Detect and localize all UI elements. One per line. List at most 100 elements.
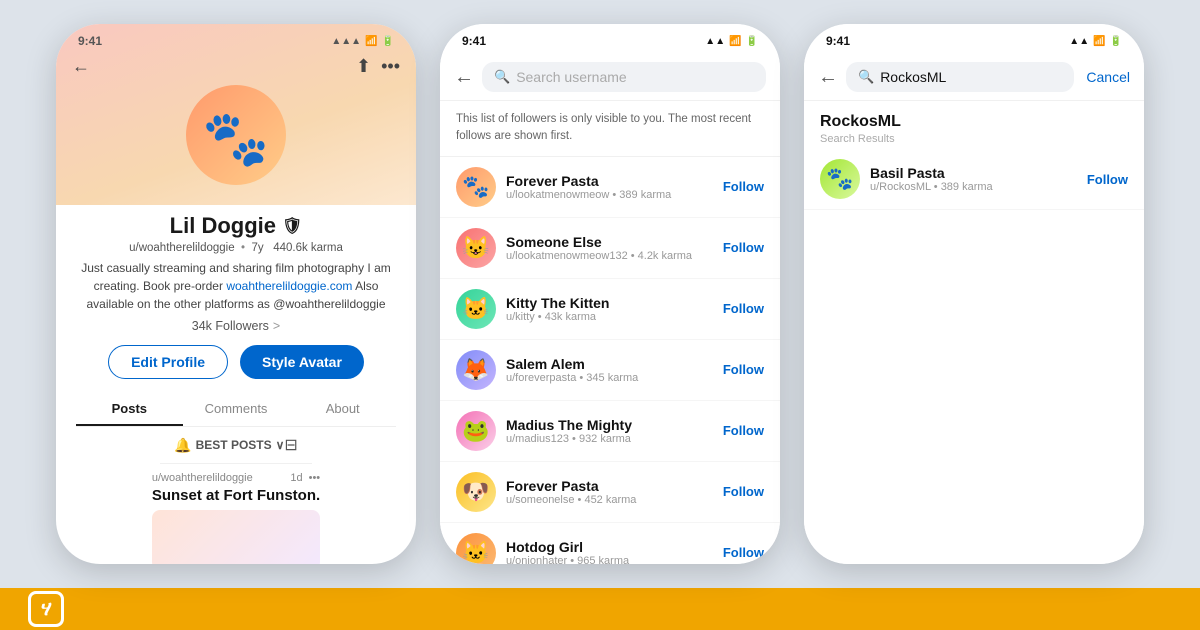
status-bar-2: 9:41 ▲▲ 📶 🔋 [440,24,780,54]
follower-avatar: 🐸 [456,411,496,451]
follower-avatar: 🐱 [456,289,496,329]
chevron-icon: > [273,319,280,333]
followers-count[interactable]: 34k Followers > [192,319,280,333]
shield-badge: 🛡 [282,216,302,236]
follower-avatar: 🐾 [456,167,496,207]
follow-button[interactable]: Follow [723,179,764,194]
follower-avatar: 🦊 [456,350,496,390]
back-arrow-3[interactable]: ← [818,66,838,89]
tab-about[interactable]: About [289,393,396,426]
bottom-bar: ሃ [0,588,1200,630]
follower-sub: u/onionhater • 965 karma [506,555,713,565]
edit-profile-button[interactable]: Edit Profile [108,345,228,379]
post-meta: u/woahtherelildoggie 1d ••• [152,472,320,484]
logo-icon: ሃ [28,591,64,627]
post-more-icon[interactable]: ••• [309,472,321,484]
follower-name: Someone Else [506,234,713,250]
follow-button[interactable]: Follow [723,301,764,316]
followers-search-bar: ← 🔍 Search username [440,54,780,101]
follow-button[interactable]: Follow [723,545,764,560]
follower-name: Madius The Mighty [506,417,713,433]
follower-info: Someone Else u/lookatmenowmeow132 • 4.2k… [506,234,713,262]
post-item: u/woahtherelildoggie 1d ••• Sunset at Fo… [138,464,334,564]
follower-name: Forever Pasta [506,478,713,494]
tab-posts[interactable]: Posts [76,393,183,426]
profile-name: Lil Doggie 🛡 [170,213,303,239]
follow-button[interactable]: Follow [723,362,764,377]
phone-followers: 9:41 ▲▲ 📶 🔋 ← 🔍 Search username This lis… [440,24,780,564]
follower-item: 🐶 Forever Pasta u/someonelse • 452 karma… [440,462,780,523]
follower-item: 😺 Someone Else u/lookatmenowmeow132 • 4.… [440,218,780,279]
follower-name: Forever Pasta [506,173,713,189]
result-title: RockosML [820,113,1128,131]
filter-label[interactable]: 🔔 BEST POSTS ∨ [174,437,284,454]
result-sub: u/RockosML • 389 karma [870,181,1077,193]
result-follow-button[interactable]: Follow [1087,172,1128,187]
share-icon[interactable]: ⬆ [356,56,371,77]
tab-comments[interactable]: Comments [183,393,290,426]
follower-info: Kitty The Kitten u/kitty • 43k karma [506,295,713,323]
follower-sub: u/someonelse • 452 karma [506,494,713,506]
logo-text: ሃ [41,598,51,621]
search-result-list: 🐾 Basil Pasta u/RockosML • 389 karma Fol… [804,149,1144,564]
profile-actions: Edit Profile Style Avatar [108,345,364,379]
more-icon[interactable]: ••• [381,56,400,77]
follow-button[interactable]: Follow [723,240,764,255]
status-icons-1: ▲▲▲ 📶 🔋 [331,36,394,47]
follower-item: 🐱 Hotdog Girl u/onionhater • 965 karma F… [440,523,780,565]
main-area: 9:41 ▲▲▲ 📶 🔋 ← ⬆ ••• 🐾 [0,0,1200,588]
phone-profile: 9:41 ▲▲▲ 📶 🔋 ← ⬆ ••• 🐾 [56,24,416,564]
post-title: Sunset at Fort Funston. [152,487,320,504]
result-avatar: 🐾 [820,159,860,199]
search-result-header: RockosML Search Results [804,101,1144,149]
follower-info: Salem Alem u/foreverpasta • 345 karma [506,356,713,384]
profile-header-bg: 9:41 ▲▲▲ 📶 🔋 ← ⬆ ••• 🐾 [56,24,416,205]
status-icons-3: ▲▲ 📶 🔋 [1069,36,1122,47]
follow-button[interactable]: Follow [723,423,764,438]
profile-meta: u/woahtherelildoggie • 7y 440.6k karma [129,242,343,254]
search-with-value[interactable]: 🔍 RockosML [846,62,1074,92]
back-icon[interactable]: ← [72,56,90,77]
profile-avatar: 🐾 [186,85,286,185]
back-arrow-2[interactable]: ← [454,66,474,89]
follower-name: Hotdog Girl [506,539,713,555]
search-bar-3: ← 🔍 RockosML Cancel [804,54,1144,101]
follower-info: Hotdog Girl u/onionhater • 965 karma [506,539,713,565]
status-icons-2: ▲▲ 📶 🔋 [705,36,758,47]
follower-item: 🐾 Forever Pasta u/lookatmenowmeow • 389 … [440,157,780,218]
phone-search: 9:41 ▲▲ 📶 🔋 ← 🔍 RockosML Cancel RockosML… [804,24,1144,564]
follower-sub: u/madius123 • 932 karma [506,433,713,445]
follower-name: Kitty The Kitten [506,295,713,311]
follower-info: Madius The Mighty u/madius123 • 932 karm… [506,417,713,445]
layout-toggle[interactable]: ⊟ [284,435,297,455]
follower-info: Forever Pasta u/lookatmenowmeow • 389 ka… [506,173,713,201]
posts-filter: 🔔 BEST POSTS ∨ ⊟ [160,427,312,464]
result-subtitle: Search Results [820,133,1128,145]
follower-sub: u/lookatmenowmeow132 • 4.2k karma [506,250,713,262]
status-bar-3: 9:41 ▲▲ 📶 🔋 [804,24,1144,54]
follower-item: 🐸 Madius The Mighty u/madius123 • 932 ka… [440,401,780,462]
search-input-2[interactable]: Search username [516,69,627,85]
search-icon-2: 🔍 [494,69,510,85]
style-avatar-button[interactable]: Style Avatar [240,345,364,379]
follower-avatar: 🐶 [456,472,496,512]
status-bar-1: 9:41 ▲▲▲ 📶 🔋 [56,24,416,54]
search-input-wrap-2[interactable]: 🔍 Search username [482,62,766,92]
follower-avatar: 😺 [456,228,496,268]
search-value-text[interactable]: RockosML [880,69,946,85]
follower-item: 🐱 Kitty The Kitten u/kitty • 43k karma F… [440,279,780,340]
profile-bio: Just casually streaming and sharing film… [76,259,396,313]
result-info: Basil Pasta u/RockosML • 389 karma [870,165,1077,193]
follower-sub: u/kitty • 43k karma [506,311,713,323]
search-icon-3: 🔍 [858,69,874,85]
follow-button[interactable]: Follow [723,484,764,499]
filter-icon: 🔔 [174,437,191,454]
bio-link[interactable]: woahtherelildoggie.com [226,279,352,293]
follower-sub: u/foreverpasta • 345 karma [506,372,713,384]
followers-notice: This list of followers is only visible t… [440,101,780,157]
cancel-button[interactable]: Cancel [1086,69,1130,85]
status-time-3: 9:41 [826,34,850,48]
follower-list: 🐾 Forever Pasta u/lookatmenowmeow • 389 … [440,157,780,565]
search-result-item: 🐾 Basil Pasta u/RockosML • 389 karma Fol… [804,149,1144,210]
followers-content: ← 🔍 Search username This list of followe… [440,54,780,564]
